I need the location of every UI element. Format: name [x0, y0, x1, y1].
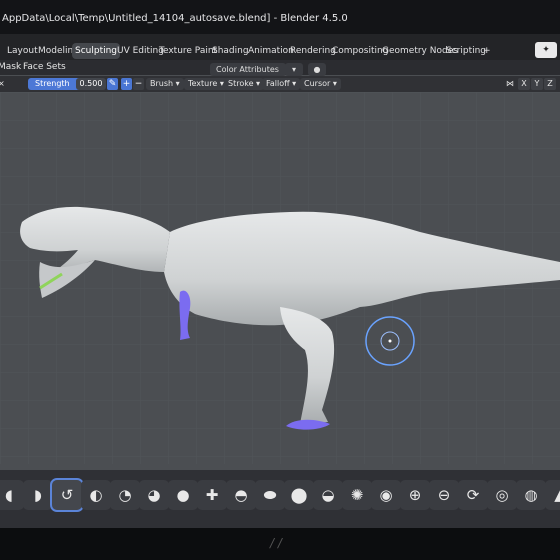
- pressure-icon[interactable]: ✎: [107, 78, 118, 90]
- tab-sculpting[interactable]: Sculpting: [72, 43, 121, 59]
- color-attributes-dropdown[interactable]: Color Attributes: [210, 63, 286, 76]
- draw-brush-icon[interactable]: ◖: [0, 480, 24, 510]
- add-workspace-button[interactable]: +: [480, 43, 494, 59]
- mask-menu[interactable]: Mask: [0, 62, 21, 72]
- brush-menu[interactable]: Brush ▾: [146, 78, 184, 90]
- snake-hook-icon[interactable]: ⟳: [458, 480, 488, 510]
- window-title: AppData\Local\Temp\Untitled_14104_autosa…: [2, 13, 348, 24]
- thumb-icon[interactable]: ◎: [487, 480, 517, 510]
- elastic-deform-icon[interactable]: ⊖: [429, 480, 459, 510]
- hp-logo-icon: / /: [270, 536, 282, 550]
- symmetry-icon[interactable]: ⋈: [506, 78, 514, 90]
- monitor-screen: AppData\Local\Temp\Untitled_14104_autosa…: [0, 0, 560, 528]
- axis-y-toggle[interactable]: Y: [531, 78, 543, 90]
- scene-icon[interactable]: ✦: [535, 42, 557, 58]
- grab-icon[interactable]: ⊕: [400, 480, 430, 510]
- face-sets-menu[interactable]: Face Sets: [23, 62, 66, 72]
- cursor-menu[interactable]: Cursor ▾: [300, 78, 341, 90]
- add-icon[interactable]: +: [121, 78, 132, 90]
- texture-label: Texture: [188, 79, 218, 88]
- clay-icon[interactable]: ↺: [50, 478, 84, 512]
- scrape-icon[interactable]: ◒: [313, 480, 343, 510]
- crease-icon[interactable]: ✚: [197, 480, 227, 510]
- stroke-label: Stroke: [228, 79, 254, 88]
- axis-z-toggle[interactable]: Z: [544, 78, 556, 90]
- tool-header: × Strength 0.500 ✎ + − Brush ▾ Texture ▾…: [0, 76, 560, 92]
- 3d-viewport[interactable]: [0, 92, 560, 464]
- falloff-label: Falloff: [266, 79, 290, 88]
- layer-icon[interactable]: ◔: [110, 480, 140, 510]
- strength-value[interactable]: 0.500: [76, 78, 106, 90]
- texture-menu[interactable]: Texture ▾: [184, 78, 228, 90]
- falloff-menu[interactable]: Falloff ▾: [262, 78, 301, 90]
- stroke-menu[interactable]: Stroke ▾: [224, 78, 265, 90]
- window-title-bar: AppData\Local\Temp\Untitled_14104_autosa…: [0, 0, 560, 34]
- subtract-icon[interactable]: −: [133, 78, 144, 90]
- pinch-icon[interactable]: ◉: [371, 480, 401, 510]
- brush-label: Brush: [150, 79, 174, 88]
- nudge-icon[interactable]: ◭: [545, 480, 560, 510]
- draw-sharp-icon[interactable]: ◗: [23, 480, 53, 510]
- sculpt-brush-toolbar: ◖ ◗ ↺ ◐ ◔ ◕ ● ✚ ◓ ⬬ ⬤ ◒ ✺ ◉ ⊕ ⊖ ⟳ ◎ ◍ ◭: [0, 470, 560, 528]
- shading-mode-icon[interactable]: ●: [308, 63, 326, 76]
- color-attributes-label: Color Attributes: [216, 65, 279, 74]
- fill-icon[interactable]: ⬤: [284, 480, 314, 510]
- strength-label: Strength: [35, 79, 70, 88]
- multiplane-scrape-icon[interactable]: ✺: [342, 480, 372, 510]
- flatten-icon[interactable]: ⬬: [255, 480, 285, 510]
- blob-icon[interactable]: ●: [168, 480, 198, 510]
- monitor-bezel: / /: [0, 528, 560, 560]
- axis-x-toggle[interactable]: X: [518, 78, 530, 90]
- clay-strips-icon[interactable]: ◐: [81, 480, 111, 510]
- close-icon[interactable]: ×: [0, 78, 5, 90]
- attribute-options-icon[interactable]: ▾: [285, 63, 303, 76]
- inflate-icon[interactable]: ◕: [139, 480, 169, 510]
- smooth-icon[interactable]: ◓: [226, 480, 256, 510]
- cursor-label: Cursor: [304, 79, 331, 88]
- pose-icon[interactable]: ◍: [516, 480, 546, 510]
